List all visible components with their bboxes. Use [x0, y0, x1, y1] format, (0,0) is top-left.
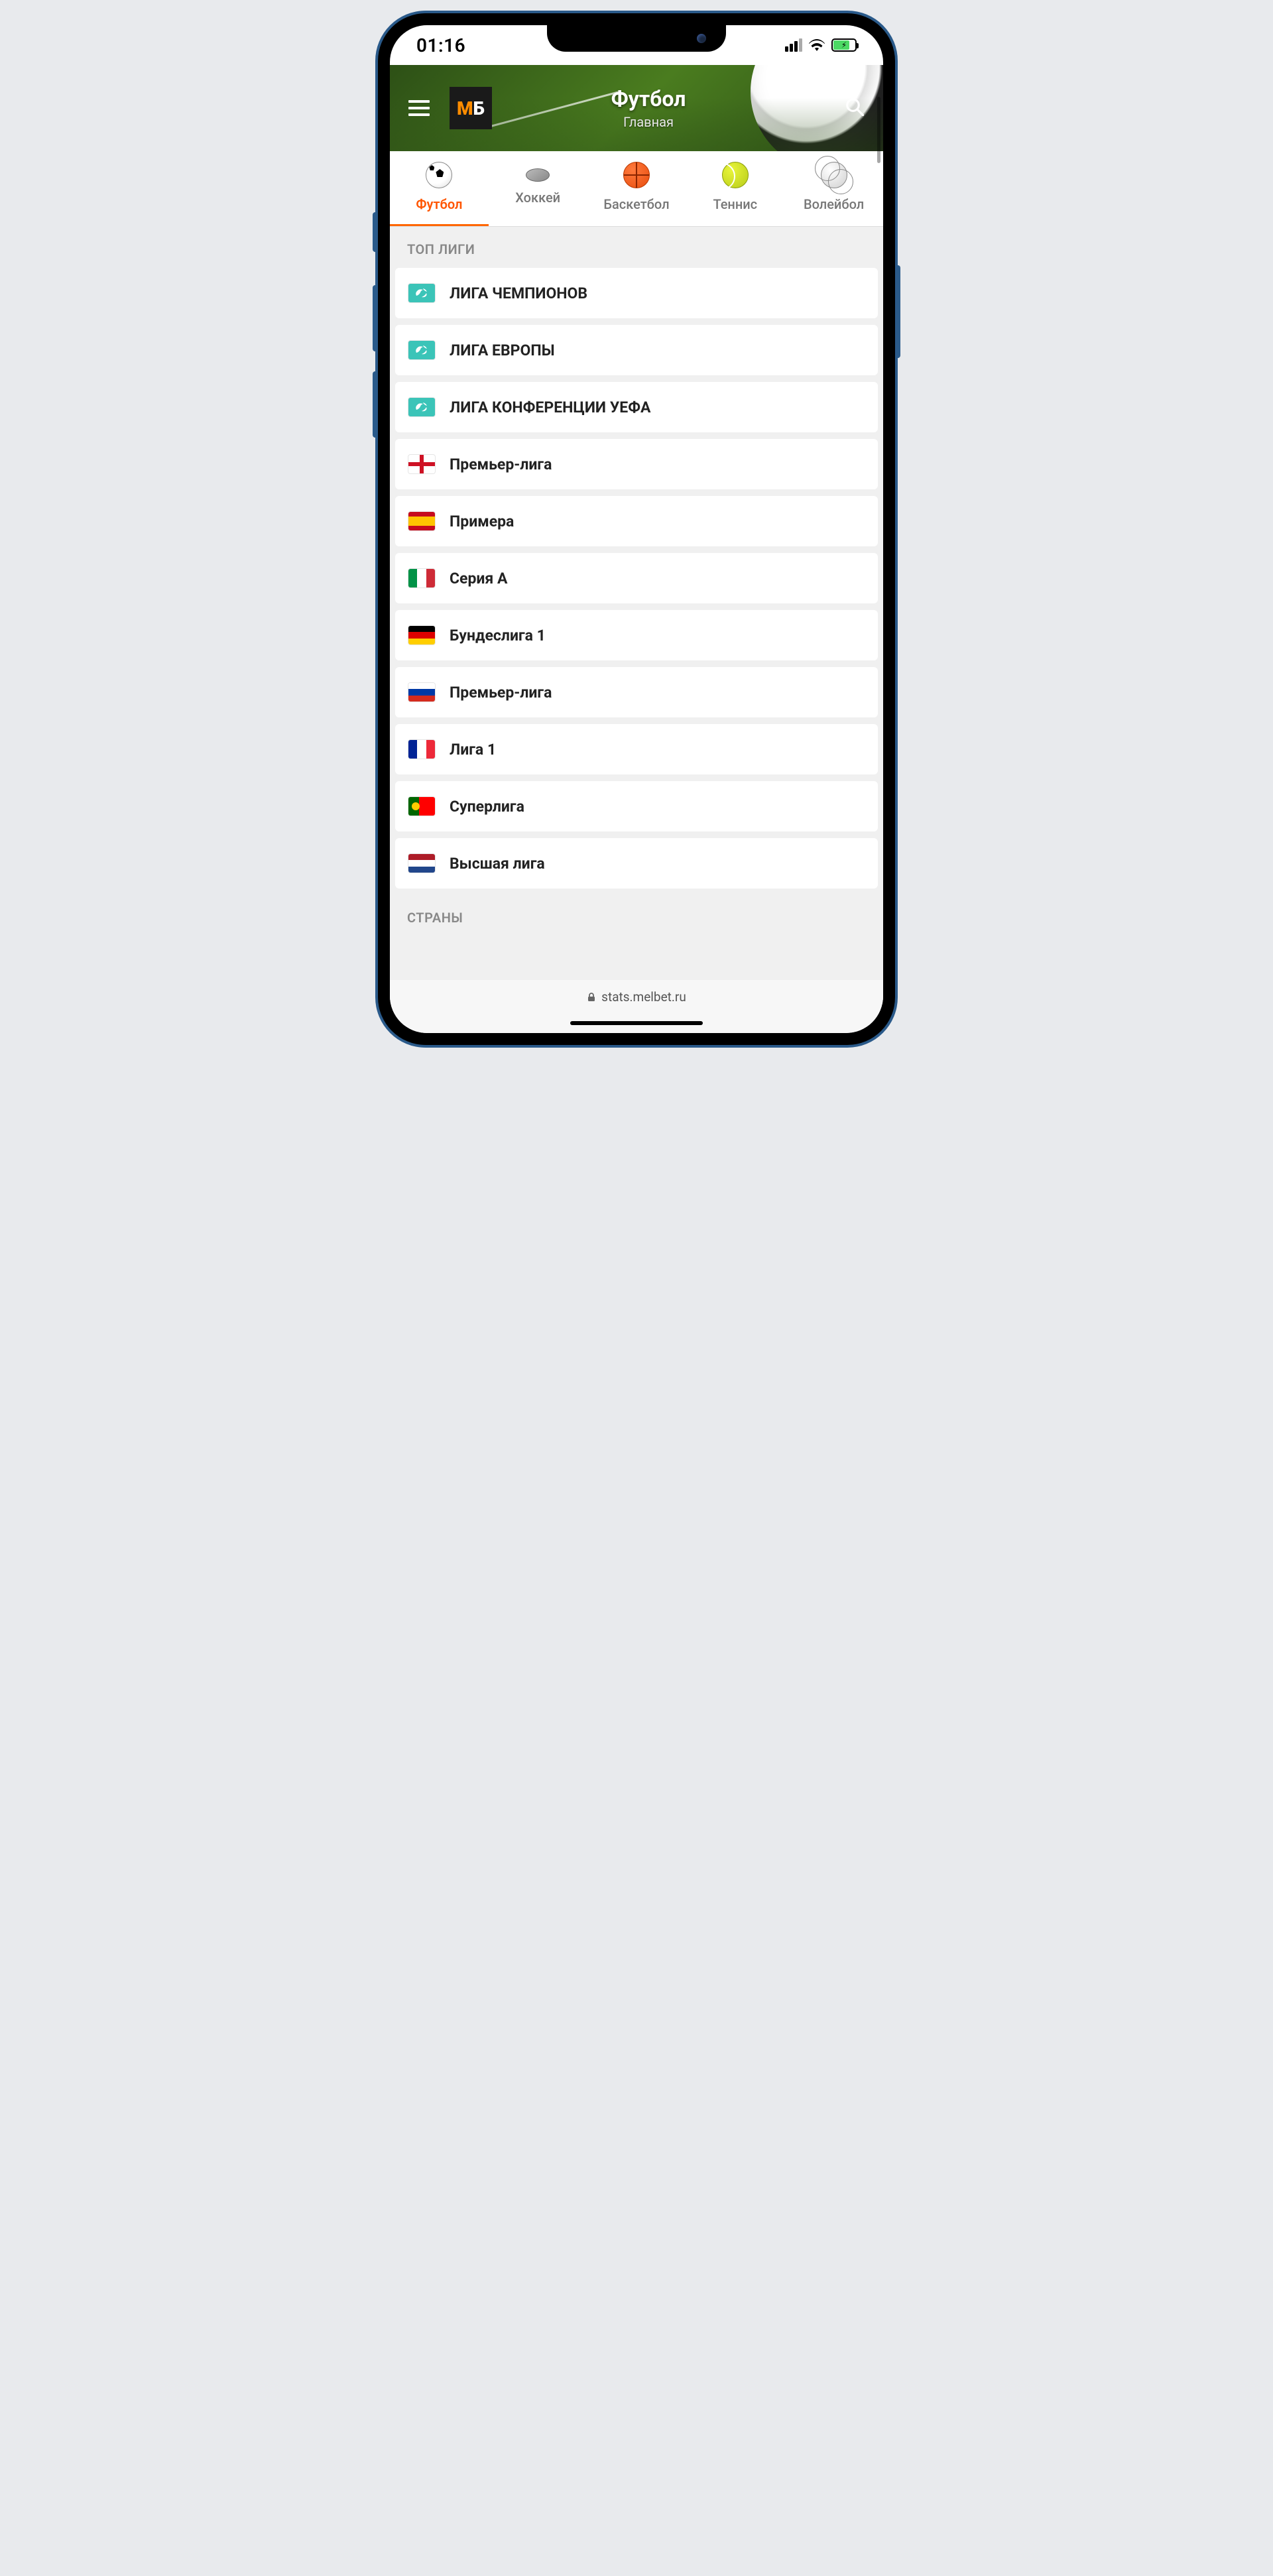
- league-row[interactable]: Бундеслига 1: [395, 610, 878, 660]
- league-name: Серия А: [450, 570, 507, 587]
- league-row[interactable]: ЛИГА ЕВРОПЫ: [395, 325, 878, 375]
- uefa-flag-icon: [408, 341, 435, 359]
- league-name: Высшая лига: [450, 855, 545, 873]
- tab-label: Баскетбол: [603, 196, 669, 212]
- flag-netherlands-icon: [408, 854, 435, 873]
- page-title: Футбол: [452, 86, 845, 111]
- league-name: Бундеслига 1: [450, 627, 546, 644]
- league-row[interactable]: ЛИГА ЧЕМПИОНОВ: [395, 268, 878, 318]
- league-name: ЛИГА КОНФЕРЕНЦИИ УЕФА: [450, 399, 650, 416]
- menu-button[interactable]: [408, 100, 430, 116]
- wifi-icon: [809, 39, 825, 51]
- flag-portugal-icon: [408, 797, 435, 816]
- uefa-flag-icon: [408, 398, 435, 416]
- volume-up-button: [373, 285, 378, 351]
- device-notch: [547, 25, 726, 52]
- league-row[interactable]: Суперлига: [395, 781, 878, 831]
- league-row[interactable]: Лига 1: [395, 724, 878, 774]
- battery-charging-icon: ⚡︎: [831, 38, 857, 52]
- volleyball-icon: [821, 162, 847, 188]
- search-button[interactable]: [845, 97, 865, 119]
- page-header: МБ Футбол Главная: [390, 65, 883, 151]
- address-bar[interactable]: stats.melbet.ru: [587, 989, 686, 1005]
- uefa-flag-icon: [408, 284, 435, 302]
- tab-label: Футбол: [416, 196, 462, 212]
- browser-footer: stats.melbet.ru: [390, 980, 883, 1033]
- power-button: [895, 265, 900, 358]
- flag-france-icon: [408, 740, 435, 759]
- home-indicator[interactable]: [570, 1021, 703, 1025]
- section-top-leagues: ТОП ЛИГИ: [390, 227, 883, 268]
- league-name: Премьер-лига: [450, 456, 552, 473]
- cellular-signal-icon: [785, 38, 802, 52]
- status-time: 01:16: [416, 34, 465, 56]
- tab-tennis[interactable]: Теннис: [686, 151, 784, 226]
- mute-switch: [373, 212, 378, 252]
- volume-down-button: [373, 371, 378, 438]
- section-countries: СТРАНЫ: [390, 895, 883, 936]
- league-name: ЛИГА ЕВРОПЫ: [450, 341, 555, 359]
- league-row[interactable]: Премьер-лига: [395, 667, 878, 717]
- league-row[interactable]: Примера: [395, 496, 878, 546]
- tab-label: Хоккей: [515, 190, 560, 206]
- flag-italy-icon: [408, 569, 435, 587]
- sport-tabs: Футбол Хоккей Баскетбол Теннис Волейбол: [390, 151, 883, 227]
- flag-germany-icon: [408, 626, 435, 644]
- tab-volleyball[interactable]: Волейбол: [784, 151, 883, 226]
- lock-icon: [587, 993, 596, 1002]
- tab-label: Волейбол: [804, 196, 864, 212]
- league-name: Суперлига: [450, 798, 524, 816]
- main-content[interactable]: ТОП ЛИГИ ЛИГА ЧЕМПИОНОВ ЛИГА ЕВРОПЫ ЛИГА…: [390, 227, 883, 1029]
- search-icon: [845, 97, 865, 117]
- league-row[interactable]: Высшая лига: [395, 838, 878, 889]
- tab-hockey[interactable]: Хоккей: [489, 151, 587, 226]
- hockey-icon: [526, 168, 550, 182]
- flag-russia-icon: [408, 683, 435, 702]
- tennis-icon: [722, 162, 749, 188]
- front-camera-icon: [697, 34, 706, 43]
- league-row[interactable]: ЛИГА КОНФЕРЕНЦИИ УЕФА: [395, 382, 878, 432]
- tab-label: Теннис: [713, 196, 757, 212]
- league-name: Премьер-лига: [450, 684, 552, 702]
- tab-football[interactable]: Футбол: [390, 151, 489, 226]
- league-row[interactable]: Серия А: [395, 553, 878, 603]
- league-name: ЛИГА ЧЕМПИОНОВ: [450, 284, 587, 302]
- football-icon: [426, 162, 452, 188]
- page-subtitle: Главная: [452, 114, 845, 130]
- flag-spain-icon: [408, 512, 435, 530]
- flag-england-icon: [408, 455, 435, 473]
- tab-basketball[interactable]: Баскетбол: [587, 151, 686, 226]
- basketball-icon: [623, 162, 650, 188]
- league-name: Примера: [450, 513, 514, 530]
- league-name: Лига 1: [450, 741, 496, 759]
- url-text: stats.melbet.ru: [601, 989, 686, 1005]
- scrollbar[interactable]: [877, 97, 880, 163]
- league-row[interactable]: Премьер-лига: [395, 439, 878, 489]
